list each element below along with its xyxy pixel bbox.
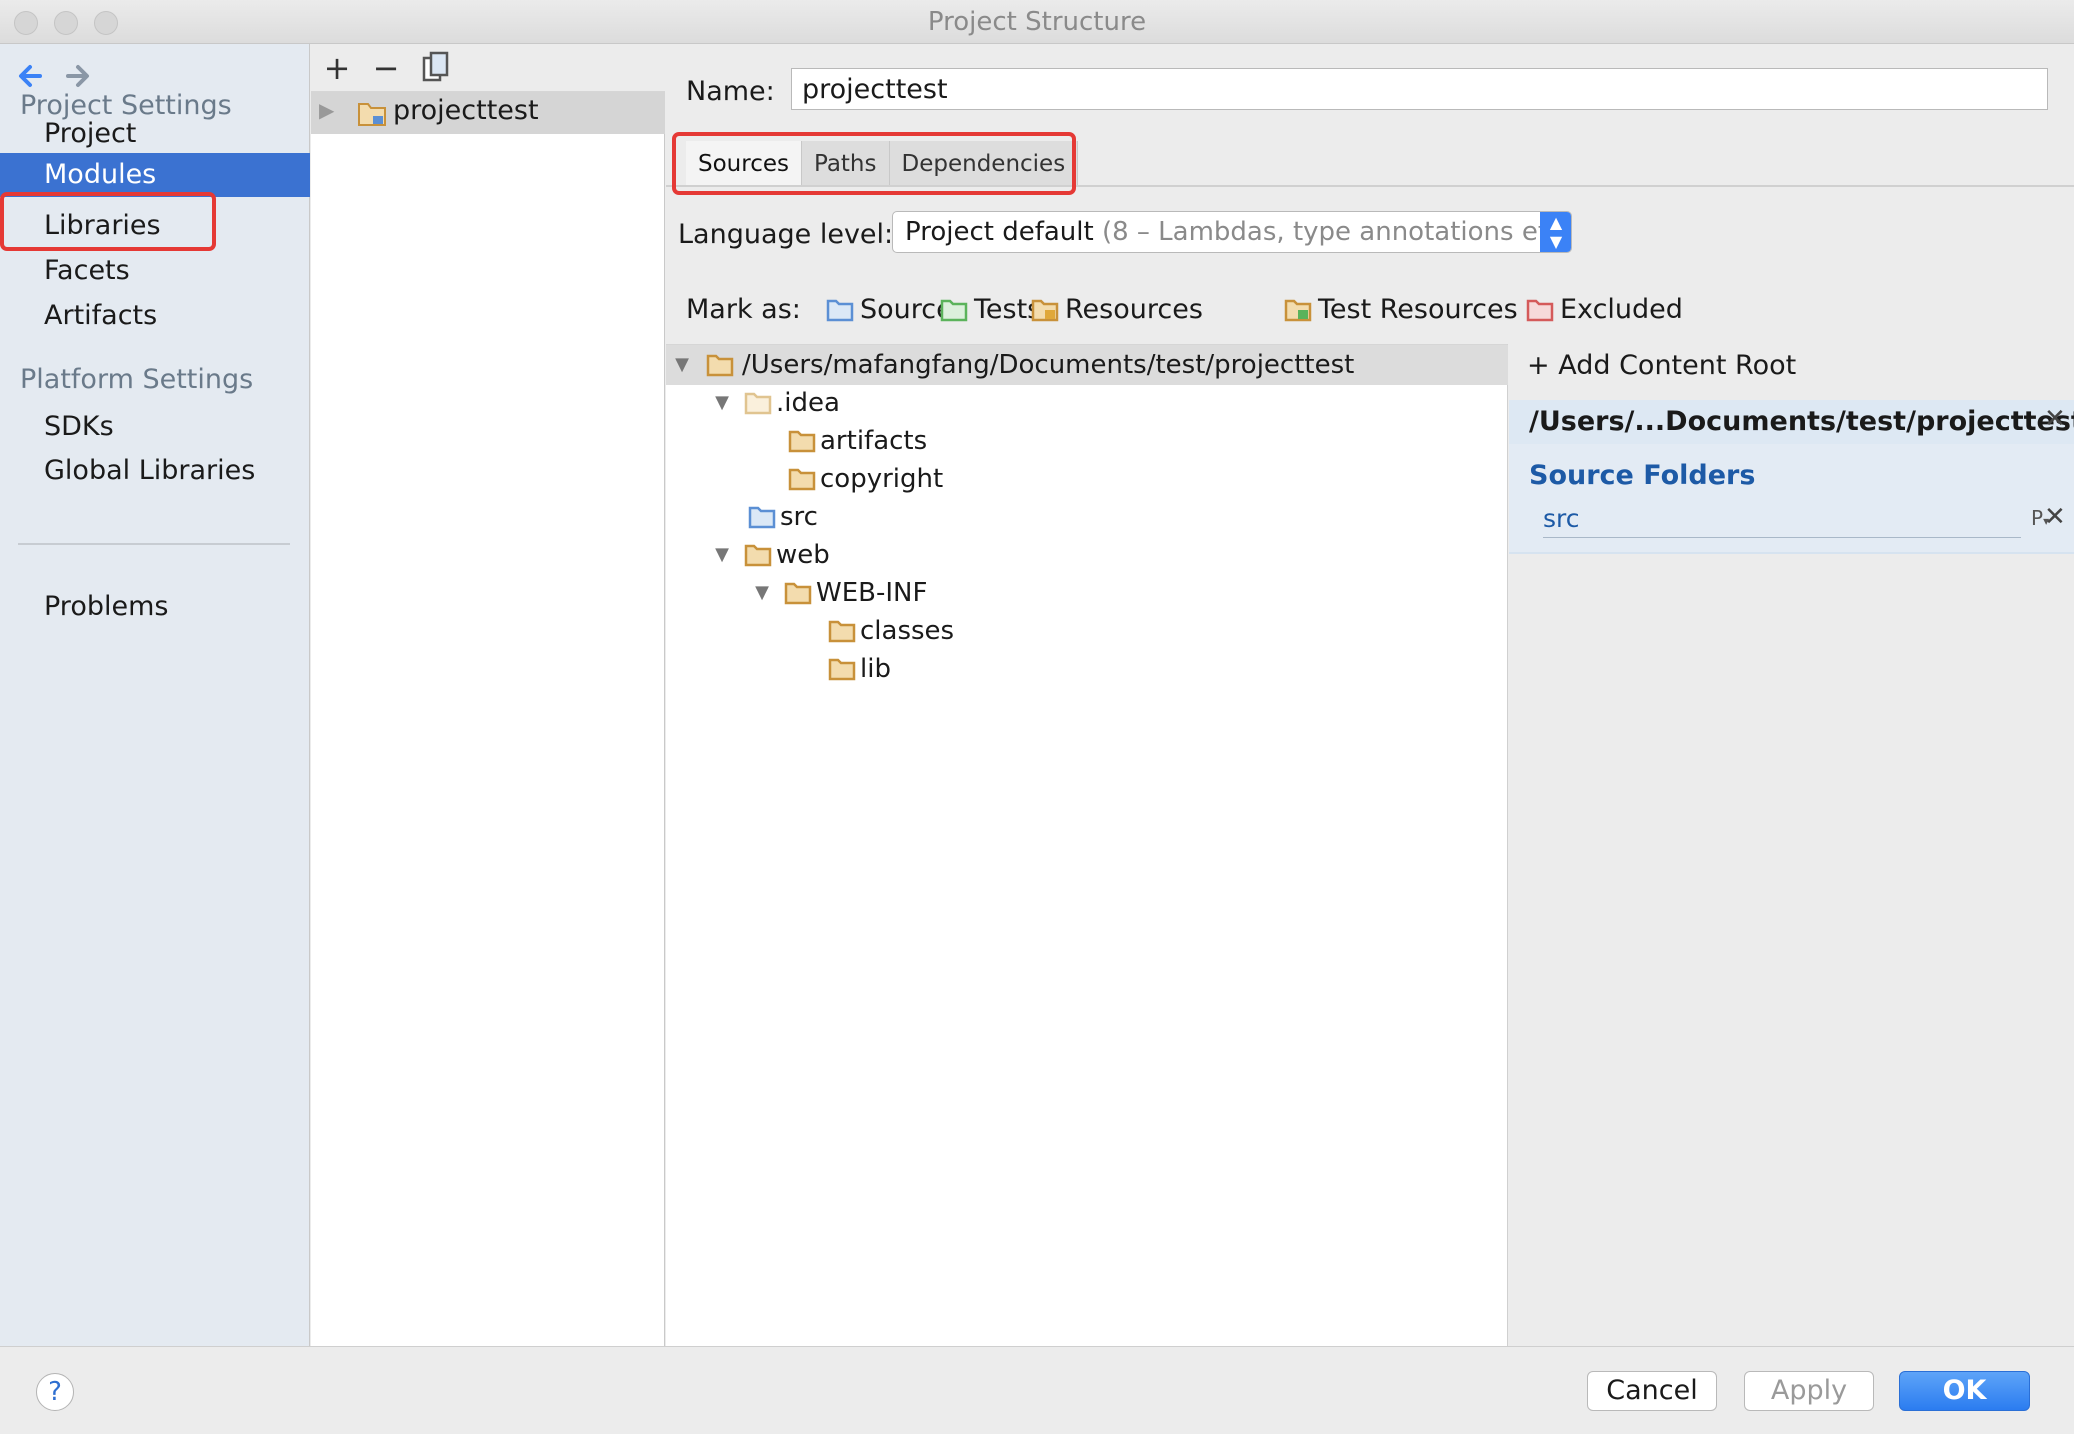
window-title: Project Structure: [927, 7, 1147, 37]
add-content-root-label: Add Content Root: [1558, 350, 1797, 381]
mark-as-tests-button[interactable]: Tests: [940, 294, 1041, 325]
module-name-input[interactable]: [791, 68, 2048, 110]
module-name: projecttest: [393, 95, 539, 126]
language-level-label: Language level:: [678, 219, 894, 250]
tree-node-label: .idea: [776, 388, 840, 418]
copy-icon: [422, 51, 449, 82]
sidebar-item-modules[interactable]: Modules: [0, 153, 310, 197]
folder-icon: [828, 620, 856, 643]
excluded-folder-icon: [1526, 299, 1554, 321]
tree-node-label: lib: [860, 654, 891, 684]
tree-node-label: artifacts: [820, 426, 928, 456]
mark-as-resources-label: Resources: [1065, 294, 1203, 325]
content-tree: ▼ /Users/mafangfang/Documents/test/proje…: [666, 344, 1508, 1346]
forward-arrow-icon[interactable]: [60, 58, 96, 94]
tree-node-src[interactable]: src: [748, 498, 818, 536]
source-folder-label: src: [1543, 504, 1580, 533]
folder-icon: [744, 544, 772, 567]
ok-button[interactable]: OK: [1899, 1371, 2030, 1411]
tests-folder-icon: [940, 299, 968, 321]
remove-source-folder-close-icon[interactable]: ✕: [2044, 502, 2066, 532]
tree-node-copyright[interactable]: copyright: [788, 460, 943, 498]
source-folder-icon: [748, 506, 776, 529]
source-folders-section: Source Folders src P▾ ✕: [1509, 444, 2074, 554]
collapse-triangle-icon[interactable]: ▼: [710, 384, 734, 422]
expand-triangle-icon[interactable]: ▶: [319, 98, 334, 122]
tree-root-label: /Users/mafangfang/Documents/test/project…: [742, 350, 1355, 380]
back-arrow-icon[interactable]: [12, 58, 48, 94]
chevron-updown-icon: ▲ ▼: [1540, 212, 1571, 252]
tree-node-label: copyright: [820, 464, 944, 494]
sidebar-divider: [18, 543, 290, 545]
module-folder-icon: [358, 103, 386, 126]
folder-icon: [784, 582, 812, 605]
folder-icon: [788, 468, 816, 491]
sidebar-item-project[interactable]: Project: [0, 112, 310, 156]
apply-button[interactable]: Apply: [1744, 1371, 1874, 1411]
tree-node-lib[interactable]: lib: [828, 650, 891, 688]
platform-settings-header: Platform Settings: [20, 364, 254, 395]
folder-icon: [706, 354, 734, 377]
test-resources-folder-icon: [1284, 299, 1312, 321]
mark-as-resources-button[interactable]: Resources: [1031, 294, 1203, 325]
title-bar: Project Structure: [0, 0, 2074, 44]
dialog-footer: ? Cancel Apply OK: [0, 1346, 2074, 1434]
tree-node-label: src: [780, 502, 818, 532]
module-toolbar: + −: [311, 44, 665, 92]
plus-icon: +: [1527, 350, 1559, 381]
cancel-button[interactable]: Cancel: [1587, 1371, 1717, 1411]
module-detail: Name: Sources Paths Dependencies Languag…: [666, 44, 2074, 1346]
language-level-value: Project default: [905, 217, 1094, 247]
tree-node-web[interactable]: ▼ web: [710, 536, 830, 574]
sidebar-item-problems[interactable]: Problems: [0, 585, 310, 629]
module-list-pane: + − ▶ projecttest: [311, 44, 665, 1346]
content-root-path: /Users/...Documents/test/projecttest: [1509, 400, 2074, 444]
language-level-detail: (8 – Lambdas, type annotations etc.): [1101, 217, 1572, 247]
module-row[interactable]: ▶ projecttest: [311, 92, 665, 134]
sidebar-item-artifacts[interactable]: Artifacts: [0, 294, 310, 338]
collapse-triangle-icon[interactable]: ▼: [750, 574, 774, 612]
mark-as-test-resources-button[interactable]: Test Resources: [1284, 294, 1518, 325]
mark-as-label: Mark as:: [686, 294, 801, 325]
folder-icon: [828, 658, 856, 681]
add-module-button[interactable]: +: [319, 50, 355, 86]
sidebar-item-global-libraries[interactable]: Global Libraries: [0, 449, 310, 493]
tree-node-artifacts[interactable]: artifacts: [788, 422, 927, 460]
folder-icon: [788, 430, 816, 453]
tree-node-label: classes: [860, 616, 955, 646]
language-level-select[interactable]: Project default (8 – Lambdas, type annot…: [892, 211, 1572, 253]
remove-root-close-icon[interactable]: ✕: [2044, 404, 2066, 434]
mark-as-excluded-label: Excluded: [1560, 294, 1683, 325]
sidebar-item-facets[interactable]: Facets: [0, 249, 310, 293]
mark-as-excluded-button[interactable]: Excluded: [1526, 294, 1683, 325]
source-folder-item[interactable]: src: [1543, 504, 2021, 538]
sources-folder-icon: [826, 299, 854, 321]
copy-module-button[interactable]: [418, 50, 454, 86]
tree-node-label: WEB-INF: [816, 578, 928, 608]
help-button[interactable]: ?: [36, 1373, 74, 1411]
collapse-triangle-icon[interactable]: ▼: [710, 536, 734, 574]
mark-as-test-resources-label: Test Resources: [1318, 294, 1518, 325]
collapse-triangle-icon[interactable]: ▼: [670, 346, 694, 384]
name-label: Name:: [686, 76, 775, 107]
resources-folder-icon: [1031, 299, 1059, 321]
sidebar-item-sdks[interactable]: SDKs: [0, 405, 310, 449]
tabs-highlight-box: [672, 132, 1076, 195]
folder-icon: [744, 392, 772, 415]
remove-module-button[interactable]: −: [368, 50, 404, 86]
tree-node-label: web: [776, 540, 830, 570]
tree-node-classes[interactable]: classes: [828, 612, 954, 650]
tree-node-idea[interactable]: ▼ .idea: [710, 384, 840, 422]
content-root-pane: + Add Content Root /Users/...Documents/t…: [1509, 344, 2074, 1346]
modules-highlight-box: [0, 192, 216, 251]
source-folders-title: Source Folders: [1529, 460, 1756, 491]
tree-node-web-inf[interactable]: ▼ WEB-INF: [750, 574, 927, 612]
add-content-root-button[interactable]: + Add Content Root: [1527, 350, 1796, 381]
tree-node-root[interactable]: ▼ /Users/mafangfang/Documents/test/proje…: [670, 346, 1354, 384]
